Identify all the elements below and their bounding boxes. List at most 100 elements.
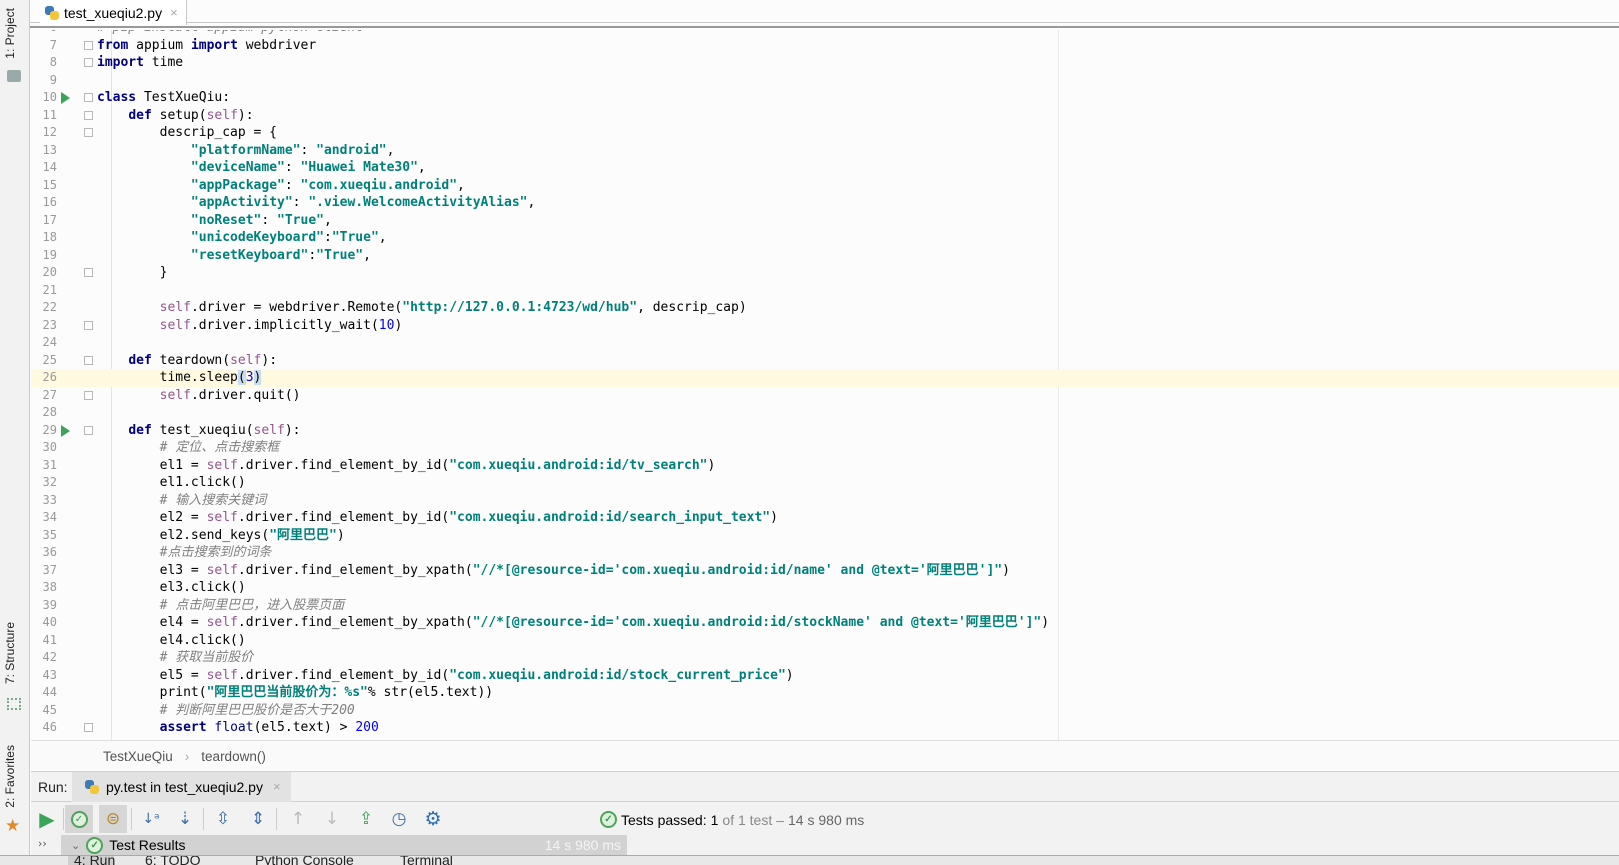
run-gutter-icon[interactable] [61, 92, 70, 104]
fold-marker-icon[interactable] [84, 128, 93, 137]
code-line[interactable]: 21 [31, 282, 1619, 300]
code-line[interactable]: 37 el3 = self.driver.find_element_by_xpa… [31, 562, 1619, 580]
code-line[interactable]: 28 [31, 404, 1619, 422]
run-tab-pytest[interactable]: py.test in test_xueqiu2.py × [72, 771, 291, 802]
breadcrumb-method[interactable]: teardown() [201, 749, 266, 764]
more-icon[interactable]: ›› [38, 837, 47, 850]
editor-tab-test-xueqiu2[interactable]: test_xueqiu2.py × [40, 0, 187, 25]
status-total: of 1 test [722, 811, 773, 828]
code-line[interactable]: 8 import time [31, 54, 1619, 72]
test-history-icon[interactable]: ◷ [385, 805, 413, 833]
code-line[interactable]: 26 time.sleep(3) [31, 369, 1619, 387]
structure-tool-tab[interactable]: 7: Structure [3, 622, 17, 684]
previous-failed-icon[interactable]: ↑ [284, 805, 312, 833]
code-line[interactable]: 46 assert float(el5.text) > 200 [31, 719, 1619, 737]
code-line[interactable]: 18 "unicodeKeyboard":"True", [31, 229, 1619, 247]
run-gutter-icon[interactable] [61, 424, 70, 437]
code-token: "com.xueqiu.android" [300, 177, 458, 193]
code-line[interactable]: 20 } [31, 264, 1619, 282]
fold-marker-icon[interactable] [84, 320, 93, 330]
settings-gear-icon[interactable]: ⚙ [419, 805, 447, 833]
fold-marker-icon[interactable] [84, 723, 93, 732]
sort-alphabetically-icon[interactable]: ↓ᵃ [137, 805, 165, 833]
code-token: el1 = [97, 457, 207, 473]
line-number: 7 [49, 37, 57, 52]
test-results-node[interactable]: ⌄ ✓ Test Results 14 s 980 ms [61, 835, 627, 855]
close-tab-icon[interactable]: × [170, 5, 178, 20]
bottom-tab-terminal[interactable]: Terminal [400, 856, 453, 865]
code-line[interactable]: 24 [31, 334, 1619, 352]
export-results-icon[interactable]: ⇪ [352, 805, 380, 833]
toolbar-separator [276, 808, 277, 830]
fold-marker-icon[interactable] [84, 355, 93, 365]
code-line[interactable]: 17 "noReset": "True", [31, 212, 1619, 230]
bottom-tab-todo[interactable]: 6: TODO [145, 856, 201, 865]
code-token: self [206, 615, 238, 630]
code-text: def test_xueqiu(self): [97, 422, 300, 440]
fold-marker-icon[interactable] [84, 268, 93, 277]
rerun-icon[interactable]: ▶ [33, 805, 61, 833]
line-number: 26 [42, 370, 57, 384]
code-line[interactable]: 16 "appActivity": ".view.WelcomeActivity… [31, 194, 1619, 212]
fold-marker-icon[interactable] [84, 58, 93, 67]
bottom-tab-python-console[interactable]: Python Console [255, 856, 354, 865]
code-token: self [159, 317, 191, 333]
fold-marker-icon[interactable] [84, 40, 93, 50]
sort-by-duration-icon[interactable]: ⇣ [171, 805, 199, 833]
code-text: from appium import webdriver [97, 37, 316, 55]
fold-marker-icon[interactable] [84, 390, 93, 400]
next-failed-icon[interactable]: ↓ [318, 805, 346, 833]
code-line[interactable]: 11 def setup(self): [31, 107, 1619, 125]
fold-marker-icon[interactable] [84, 110, 93, 120]
code-token: self [206, 107, 238, 123]
code-line[interactable]: 25 def teardown(self): [31, 352, 1619, 370]
chevron-down-icon[interactable]: ⌄ [71, 839, 80, 852]
code-line[interactable]: 13 "platformName": "android", [31, 142, 1619, 160]
code-line[interactable]: 33 # 输入搜索关键词 [31, 492, 1619, 510]
code-line[interactable]: 41 el4.click() [31, 632, 1619, 650]
code-line[interactable]: 7 from appium import webdriver [31, 37, 1619, 55]
code-editor[interactable]: 6# pip install appium-python-client7from… [31, 30, 1619, 740]
code-line[interactable]: 9 [31, 72, 1619, 90]
code-line[interactable]: 19 "resetKeyboard":"True", [31, 247, 1619, 265]
project-tool-tab[interactable]: 1: Project [3, 8, 17, 59]
code-line[interactable]: 30 # 定位、点击搜索框 [31, 439, 1619, 457]
code-line[interactable]: 31 el1 = self.driver.find_element_by_id(… [31, 457, 1619, 475]
code-line[interactable]: 38 el3.click() [31, 579, 1619, 597]
code-line[interactable]: 45 # 判断阿里巴巴股价是否大于200 [31, 702, 1619, 720]
code-token: "platformName" [190, 142, 301, 158]
code-line[interactable]: 40 el4 = self.driver.find_element_by_xpa… [31, 614, 1619, 632]
code-token: "resetKeyboard" [190, 247, 309, 263]
code-line[interactable]: 36 #点击搜索到的词条 [31, 544, 1619, 562]
fold-marker-icon[interactable] [84, 93, 93, 102]
code-line[interactable]: 29 def test_xueqiu(self): [31, 422, 1619, 440]
code-line[interactable]: 14 "deviceName": "Huawei Mate30", [31, 159, 1619, 177]
line-number: 25 [42, 352, 57, 367]
code-line[interactable]: 43 el5 = self.driver.find_element_by_id(… [31, 667, 1619, 685]
code-line[interactable]: 27 self.driver.quit() [31, 387, 1619, 405]
code-line[interactable]: 22 self.driver = webdriver.Remote("http:… [31, 299, 1619, 317]
code-line[interactable]: 39 # 点击阿里巴巴，进入股票页面 [31, 597, 1619, 615]
expand-all-icon[interactable]: ⇳ [209, 805, 237, 833]
line-number: 32 [42, 475, 57, 489]
favorites-tool-tab[interactable]: 2: Favorites [3, 745, 17, 808]
code-line[interactable]: 23 self.driver.implicitly_wait(10) [31, 317, 1619, 335]
code-line[interactable]: 42 # 获取当前股价 [31, 649, 1619, 667]
show-ignored-icon[interactable]: ⊜ [99, 805, 127, 833]
code-token: # 定位、点击搜索框 [159, 440, 280, 455]
close-run-tab-icon[interactable]: × [273, 779, 281, 794]
code-token: "com.xueqiu.android:id/tv_search" [449, 457, 708, 473]
bottom-tab-run[interactable]: 4: Run [68, 856, 115, 865]
code-line[interactable]: 12 descrip_cap = { [31, 124, 1619, 142]
code-line[interactable]: 15 "appPackage": "com.xueqiu.android", [31, 177, 1619, 195]
breadcrumb-class[interactable]: TestXueQiu [103, 749, 173, 764]
code-text: } [97, 264, 168, 282]
code-line[interactable]: 10 class TestXueQiu: [31, 89, 1619, 107]
collapse-all-icon[interactable]: ⇕ [244, 805, 272, 833]
show-passed-icon[interactable]: ✓ [65, 805, 93, 833]
code-line[interactable]: 44 print("阿里巴巴当前股价为：%s"% str(el5.text)) [31, 684, 1619, 702]
code-line[interactable]: 32 el1.click() [31, 474, 1619, 492]
fold-marker-icon[interactable] [84, 425, 93, 435]
code-line[interactable]: 34 el2 = self.driver.find_element_by_id(… [31, 509, 1619, 527]
code-line[interactable]: 35 el2.send_keys("阿里巴巴") [31, 527, 1619, 545]
